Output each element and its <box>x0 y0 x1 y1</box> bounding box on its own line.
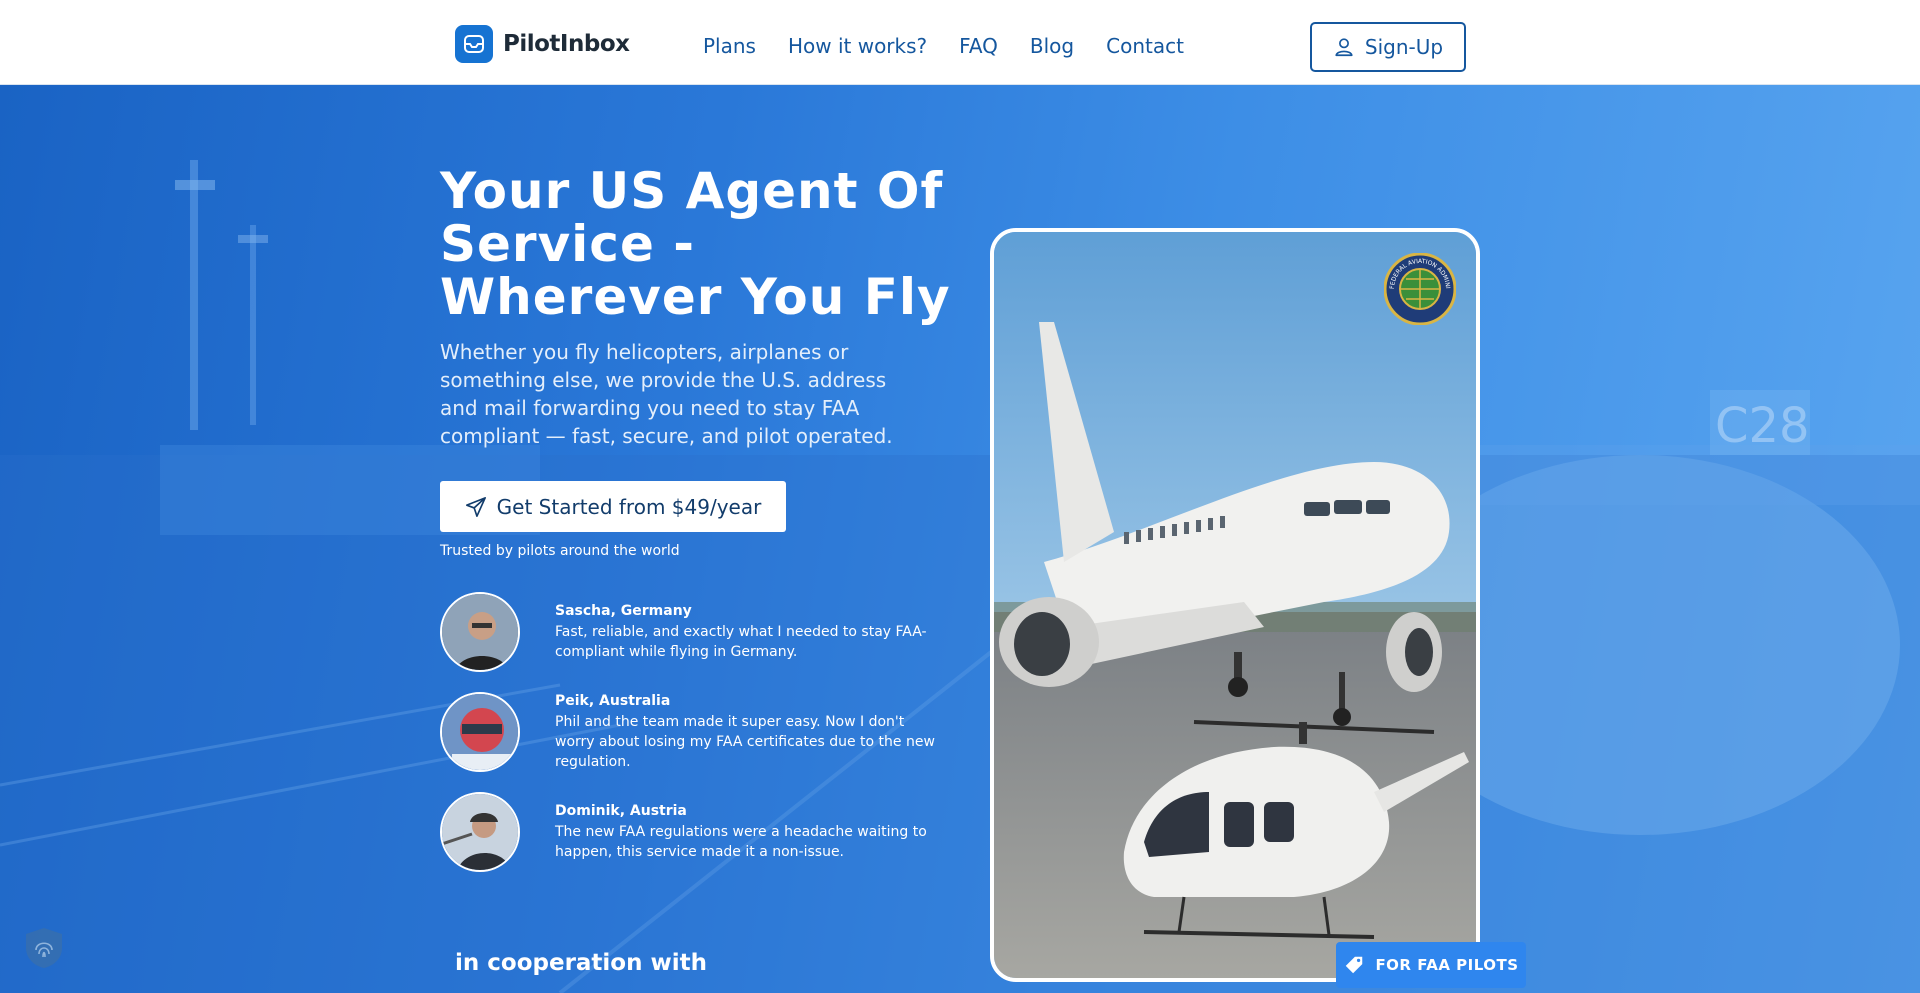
faa-seal-logo: FEDERAL AVIATION ADMINISTRATION <box>1384 253 1456 325</box>
avatar <box>440 692 520 772</box>
nav-plans[interactable]: Plans <box>703 33 756 59</box>
user-icon <box>1335 38 1353 57</box>
aircraft-photo-illustration <box>994 232 1476 978</box>
testimonial-name: Sascha, Germany <box>555 603 692 619</box>
testimonial-item: Dominik, Austria The new FAA regulations… <box>440 792 940 872</box>
hero-subtext: Whether you fly helicopters, airplanes o… <box>440 340 893 448</box>
aircraft-photo <box>990 228 1480 982</box>
testimonial-name: Dominik, Austria <box>555 803 687 819</box>
paper-plane-icon <box>465 496 486 517</box>
main-nav: Plans How it works? FAQ Blog Contact <box>703 33 1216 59</box>
brand-name: PilotInbox <box>503 31 630 57</box>
avatar <box>440 792 520 872</box>
airport-background-image: C28 <box>0 160 1920 993</box>
avatar <box>440 592 520 672</box>
testimonial-item: Sascha, Germany Fast, reliable, and exac… <box>440 592 940 672</box>
signup-button[interactable]: Sign-Up <box>1310 22 1466 72</box>
nav-faq[interactable]: FAQ <box>959 33 998 59</box>
hero-section: C28 FEDERAL AVIATION ADMINI <box>0 85 1920 993</box>
fingerprint-shield-icon[interactable] <box>22 926 66 970</box>
testimonial-name: Peik, Australia <box>555 693 671 709</box>
get-started-button[interactable]: Get Started from $49/year <box>440 481 786 532</box>
testimonial-quote: The new FAA regulations were a headache … <box>555 824 927 860</box>
gate-sign-text: C28 <box>1715 398 1810 454</box>
trusted-text: Trusted by pilots around the world <box>440 543 680 559</box>
mail-icon <box>455 25 493 63</box>
site-header: PilotInbox Plans How it works? FAQ Blog … <box>0 0 1920 85</box>
nav-contact[interactable]: Contact <box>1106 33 1184 59</box>
hero-headline: Your US Agent Of Service - Wherever You … <box>440 162 951 326</box>
nav-how-it-works[interactable]: How it works? <box>788 33 927 59</box>
testimonial-item: Peik, Australia Phil and the team made i… <box>440 692 940 772</box>
tag-icon <box>1346 956 1363 974</box>
signup-label: Sign-Up <box>1364 35 1444 59</box>
faa-pilots-label: FOR FAA PILOTS <box>1375 956 1519 974</box>
nav-blog[interactable]: Blog <box>1030 33 1074 59</box>
faa-pilots-badge[interactable]: FOR FAA PILOTS <box>1336 942 1526 988</box>
testimonial-quote: Phil and the team made it super easy. No… <box>555 714 935 770</box>
get-started-label: Get Started from $49/year <box>496 494 762 519</box>
brand-logo[interactable]: PilotInbox <box>455 25 630 63</box>
testimonial-quote: Fast, reliable, and exactly what I neede… <box>555 624 927 660</box>
cooperation-heading: in cooperation with <box>455 950 707 976</box>
